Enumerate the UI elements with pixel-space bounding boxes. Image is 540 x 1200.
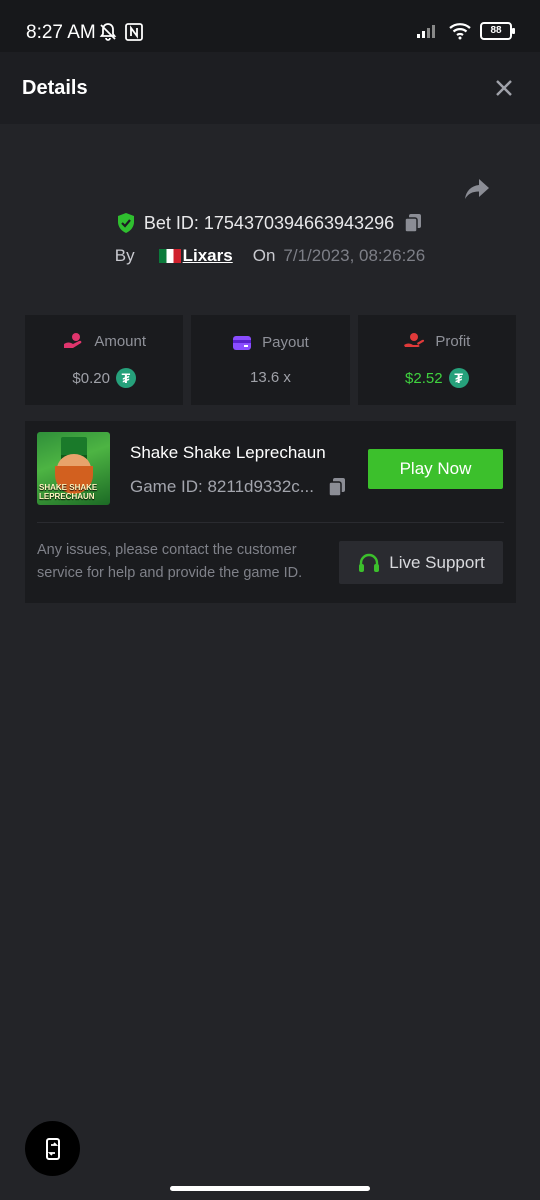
bet-stats: Amount $0.20 ₮ Payout 13.6 x Profit $2.5…: [25, 315, 516, 405]
share-icon: [465, 179, 489, 199]
battery-indicator: 88: [480, 22, 515, 40]
headset-icon: [359, 553, 380, 572]
nfc-icon: [125, 23, 143, 41]
share-button[interactable]: [462, 175, 492, 203]
wallet-icon: [233, 335, 252, 350]
copy-icon[interactable]: [402, 212, 424, 234]
bet-id-row: Bet ID: 1754370394663943296: [0, 212, 540, 234]
support-message: Any issues, please contact the customer …: [37, 542, 303, 581]
by-label: By: [114, 246, 135, 265]
status-icons-right: 88: [416, 22, 515, 40]
amount-value: $0.20: [72, 369, 110, 387]
bet-author-row: By Lixars On 7/1/2023, 08:26:26: [0, 246, 540, 266]
game-name: Shake Shake Leprechaun: [130, 443, 326, 462]
rotate-button[interactable]: [25, 1121, 80, 1176]
close-icon: [496, 80, 512, 96]
page-title: Details: [22, 77, 88, 99]
divider: [37, 522, 504, 523]
tether-icon: ₮: [448, 368, 469, 388]
wifi-icon: [449, 23, 471, 40]
profit-card: Profit $2.52 ₮: [357, 315, 516, 405]
amount-label: Amount: [94, 332, 147, 350]
shield-check-icon: [117, 213, 134, 233]
play-now-button[interactable]: Play Now: [368, 449, 503, 489]
profit-value: $2.52: [405, 369, 443, 387]
profit-hand-icon: [404, 333, 425, 347]
amount-card: Amount $0.20 ₮: [25, 315, 184, 405]
signal-icon: [417, 25, 435, 38]
bet-id: Bet ID: 1754370394663943296: [143, 212, 395, 233]
live-support-button[interactable]: Live Support: [339, 541, 503, 584]
bet-datetime: 7/1/2023, 08:26:26: [283, 246, 426, 265]
tether-icon: ₮: [115, 368, 136, 388]
on-label: On: [252, 246, 276, 265]
game-id: Game ID: 8211d9332c...: [130, 477, 314, 496]
live-support-label: Live Support: [389, 552, 485, 572]
status-bar: 8:27 AM 88: [0, 0, 540, 52]
copy-icon[interactable]: [326, 476, 348, 498]
status-time: 8:27 AM: [26, 22, 96, 43]
money-hand-icon: [64, 333, 82, 348]
details-header: Details: [0, 52, 540, 124]
game-thumbnail[interactable]: SHAKE SHAKE LEPRECHAUN: [37, 432, 110, 505]
home-indicator[interactable]: [170, 1186, 370, 1191]
close-button[interactable]: [492, 76, 516, 100]
status-icons-left: [98, 22, 144, 42]
mexico-flag-icon: [158, 249, 181, 263]
username-link[interactable]: Lixars: [183, 246, 233, 266]
payout-label: Payout: [262, 334, 309, 351]
muted-bell-icon: [99, 23, 117, 41]
game-id-row: Game ID: 8211d9332c...: [130, 476, 348, 498]
payout-value: 13.6 x: [250, 369, 291, 386]
thumbnail-title: SHAKE SHAKE LEPRECHAUN: [39, 483, 98, 501]
rotate-icon: [45, 1137, 60, 1160]
profit-label: Profit: [435, 332, 471, 350]
game-card: SHAKE SHAKE LEPRECHAUN Shake Shake Lepre…: [25, 421, 516, 603]
payout-card: Payout 13.6 x: [191, 315, 350, 405]
